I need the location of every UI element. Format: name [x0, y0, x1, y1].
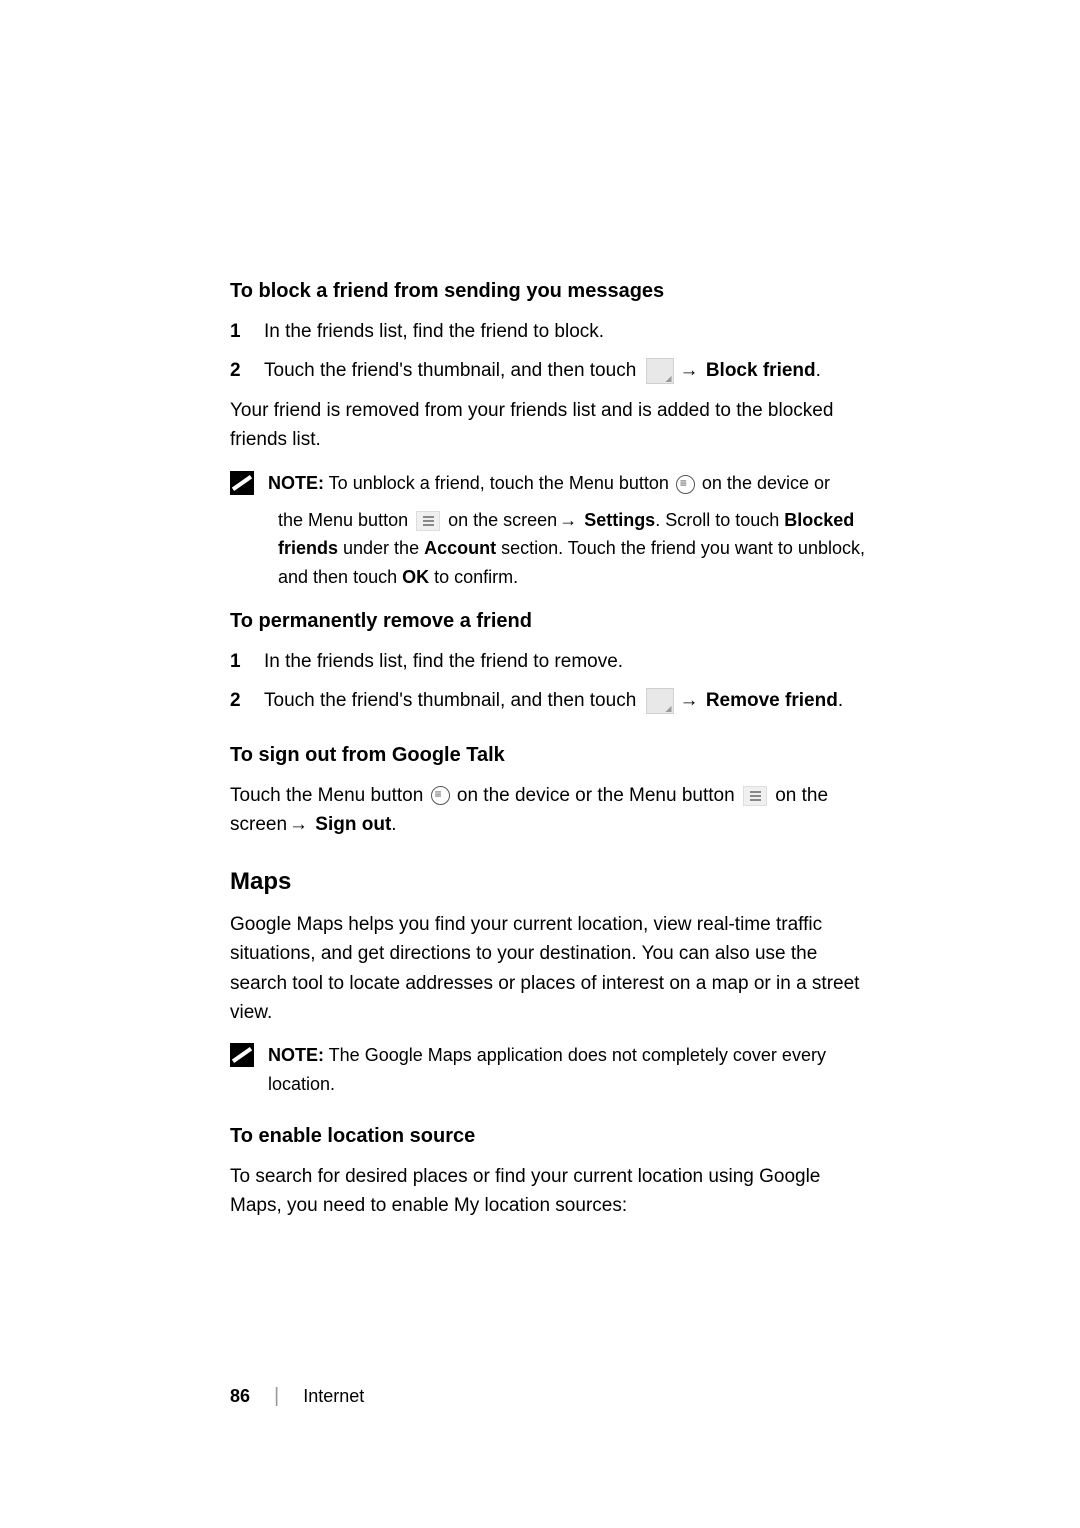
step-text: Touch the friend's thumbnail, and then t…: [264, 686, 870, 715]
bold-text: Remove friend: [701, 690, 838, 711]
note-body: NOTE: The Google Maps application does n…: [266, 1041, 870, 1099]
note-label: NOTE:: [268, 473, 324, 493]
text-fragment: on the screen: [443, 510, 557, 530]
list-item: 2 Touch the friend's thumbnail, and then…: [230, 686, 870, 715]
text-fragment: . Scroll to touch: [655, 510, 784, 530]
paragraph: Google Maps helps you find your current …: [230, 910, 870, 1028]
text-fragment: Touch the friend's thumbnail, and then t…: [264, 690, 642, 711]
page-content: To block a friend from sending you messa…: [0, 0, 1080, 1221]
list-item: 2 Touch the friend's thumbnail, and then…: [230, 356, 870, 385]
text-fragment: Touch the friend's thumbnail, and then t…: [264, 360, 642, 381]
paragraph: Touch the Menu button on the device or t…: [230, 781, 870, 840]
text-fragment: .: [838, 690, 843, 711]
page-number: 86: [230, 1386, 250, 1407]
bold-text: Account: [424, 538, 496, 558]
paragraph: Your friend is removed from your friends…: [230, 396, 870, 455]
bold-text: Sign out: [310, 814, 391, 835]
step-number: 1: [230, 317, 248, 346]
heading-block-friend: To block a friend from sending you messa…: [230, 280, 870, 303]
text-fragment: the Menu button: [278, 510, 413, 530]
footer-section-name: Internet: [303, 1386, 364, 1407]
text-fragment: under the: [338, 538, 424, 558]
heading-maps: Maps: [230, 868, 870, 896]
text-fragment: To unblock a friend, touch the Menu butt…: [324, 473, 674, 493]
bold-text: OK: [402, 567, 429, 587]
thumbnail-icon: [646, 688, 674, 714]
step-number: 2: [230, 356, 248, 385]
text-fragment: on the device or: [697, 473, 830, 493]
screen-menu-icon: [416, 511, 440, 531]
menu-circle-icon: [431, 786, 450, 805]
menu-circle-icon: [676, 475, 695, 494]
thumbnail-icon: [646, 358, 674, 384]
footer-separator: |: [274, 1385, 279, 1408]
arrow-icon: →: [680, 360, 699, 381]
heading-remove-friend: To permanently remove a friend: [230, 610, 870, 633]
text-fragment: to confirm.: [429, 567, 518, 587]
heading-sign-out: To sign out from Google Talk: [230, 744, 870, 767]
paragraph: To search for desired places or find you…: [230, 1162, 870, 1221]
pencil-icon: [230, 1043, 254, 1067]
step-text: In the friends list, find the friend to …: [264, 647, 870, 676]
page-footer: 86 | Internet: [230, 1385, 364, 1408]
text-fragment: Touch the Menu button: [230, 785, 429, 806]
text-fragment: on the device or the Menu button: [452, 785, 740, 806]
step-number: 1: [230, 647, 248, 676]
note-block: NOTE: The Google Maps application does n…: [230, 1041, 870, 1099]
list-item: 1 In the friends list, find the friend t…: [230, 317, 870, 346]
bold-text: Settings: [579, 510, 655, 530]
step-text: In the friends list, find the friend to …: [264, 317, 870, 346]
note-label: NOTE:: [268, 1045, 324, 1065]
arrow-icon: →: [680, 690, 699, 711]
text-fragment: .: [391, 814, 396, 835]
text-fragment: .: [816, 360, 821, 381]
list-item: 1 In the friends list, find the friend t…: [230, 647, 870, 676]
bold-text: Block friend: [701, 360, 816, 381]
arrow-icon: →: [289, 814, 308, 835]
note-continuation: the Menu button on the screen→ Settings.…: [278, 506, 870, 592]
step-text: Touch the friend's thumbnail, and then t…: [264, 356, 870, 385]
arrow-icon: →: [559, 510, 577, 530]
pencil-icon: [230, 471, 254, 495]
screen-menu-icon: [743, 786, 767, 806]
note-body: NOTE: To unblock a friend, touch the Men…: [266, 469, 870, 498]
note-block: NOTE: To unblock a friend, touch the Men…: [230, 469, 870, 498]
text-fragment: The Google Maps application does not com…: [268, 1045, 826, 1094]
heading-enable-location: To enable location source: [230, 1125, 870, 1148]
step-number: 2: [230, 686, 248, 715]
